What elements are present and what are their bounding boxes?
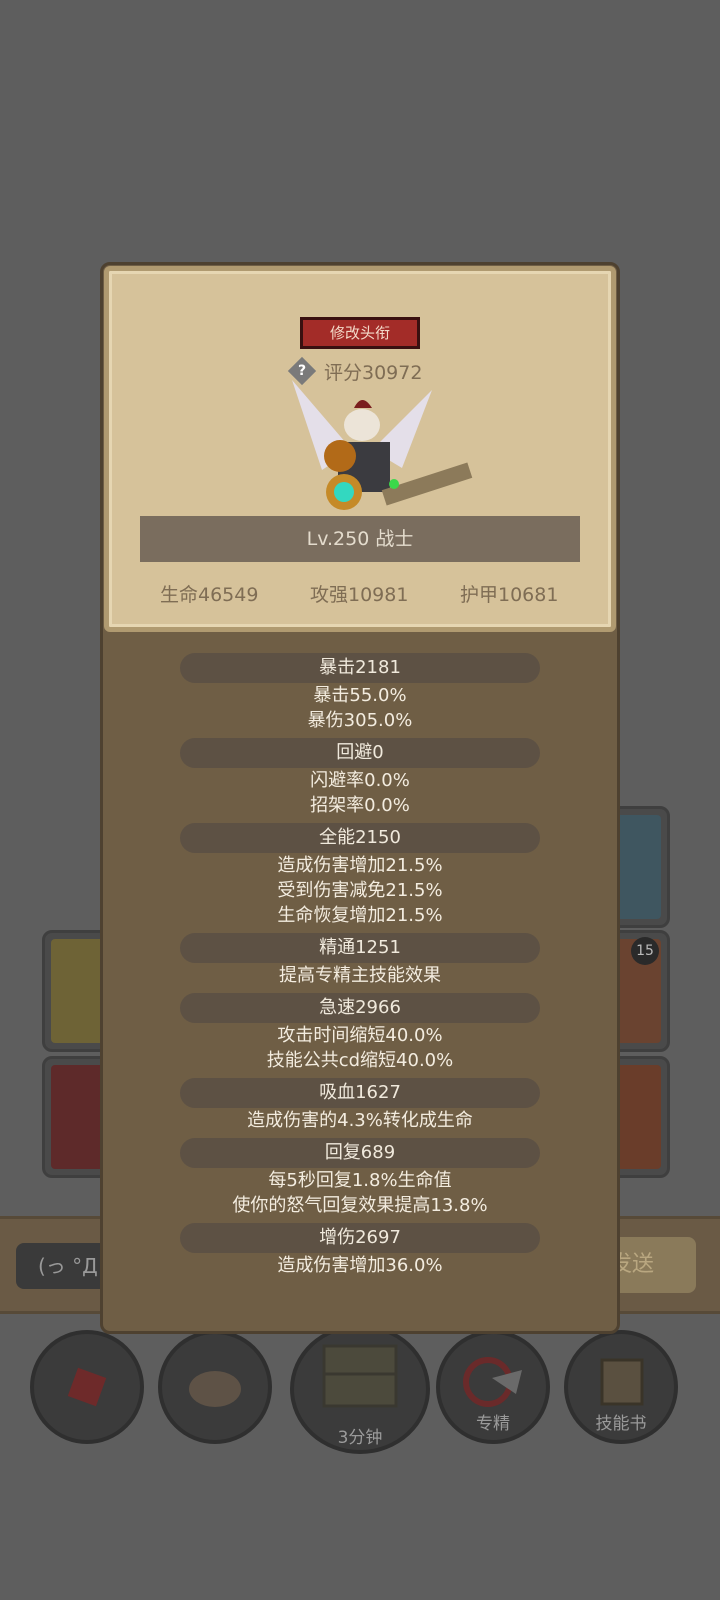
stat-header-mastery: 精通1251	[180, 933, 540, 963]
stat-line: 受到伤害减免21.5%	[277, 880, 443, 901]
level-class-bar: Lv.250 战士	[140, 516, 580, 562]
edit-title-button[interactable]: 修改头衔	[300, 317, 420, 349]
stat-line: 闪避率0.0%	[310, 770, 410, 791]
stat-header-crit: 暴击2181	[180, 653, 540, 683]
stat-line: 造成伤害增加21.5%	[277, 855, 443, 876]
chest-timer-label: 3分钟	[337, 1428, 383, 1448]
stat-line: 每5秒回复1.8%生命值	[268, 1170, 452, 1191]
stat-line: 技能公共cd缩短40.0%	[266, 1050, 454, 1071]
bread-button[interactable]	[158, 1330, 272, 1444]
stat-line: 暴击55.0%	[313, 685, 407, 706]
stat-header-regen: 回复689	[180, 1138, 540, 1168]
armor-stat: 护甲10681	[460, 584, 559, 606]
potion-icon	[67, 1367, 107, 1407]
potion-button[interactable]	[30, 1330, 144, 1444]
stat-line: 使你的怒气回复效果提高13.8%	[232, 1195, 488, 1216]
bread-icon	[189, 1371, 241, 1407]
stat-header-lifesteal: 吸血1627	[180, 1078, 540, 1108]
stat-header-damage-bonus: 增伤2697	[180, 1223, 540, 1253]
stat-header-versatility: 全能2150	[180, 823, 540, 853]
mastery-button[interactable]: 专精	[436, 1330, 550, 1444]
life-stat: 生命46549	[160, 584, 259, 606]
stat-line: 提高专精主技能效果	[279, 965, 441, 986]
stat-line: 攻击时间缩短40.0%	[277, 1025, 443, 1046]
attack-stat: 攻强10981	[310, 584, 409, 606]
card-count-badge: 15	[631, 937, 659, 965]
stat-header-haste: 急速2966	[180, 993, 540, 1023]
stat-line: 造成伤害增加36.0%	[277, 1255, 443, 1276]
stat-line: 造成伤害的4.3%转化成生命	[247, 1110, 473, 1131]
stat-line: 招架率0.0%	[310, 795, 410, 816]
skill-book-button[interactable]: 技能书	[564, 1330, 678, 1444]
stat-line: 生命恢复增加21.5%	[277, 905, 443, 926]
mastery-label: 专精	[476, 1414, 510, 1434]
skill-book-label: 技能书	[595, 1414, 647, 1434]
warrior-avatar	[292, 380, 473, 510]
chest-button[interactable]: 3分钟	[290, 1324, 430, 1454]
stat-line: 暴伤305.0%	[307, 710, 413, 731]
stat-header-dodge: 回避0	[180, 738, 540, 768]
